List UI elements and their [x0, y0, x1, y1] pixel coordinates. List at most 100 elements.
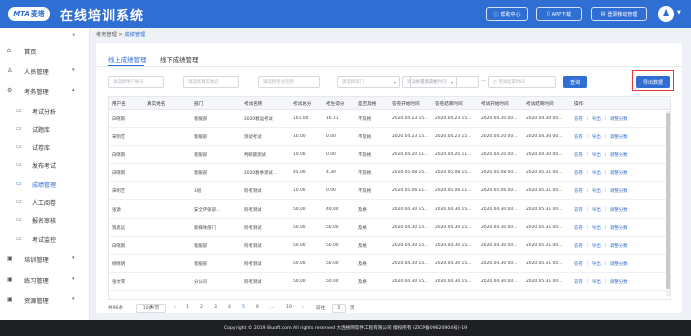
action-separator: | [587, 260, 589, 266]
adjust-score-link[interactable]: 调整分数 [610, 207, 628, 213]
adjust-score-link[interactable]: 调整分数 [610, 243, 628, 249]
sidebar-item-label: 培训管理 [24, 257, 49, 264]
sidebar-item-label: 成绩管理 [32, 182, 57, 189]
cell-pass: 及格 [358, 225, 367, 231]
start-time-input[interactable]: ◷ 考试开始时间 [410, 76, 479, 88]
adjust-score-link[interactable]: 调整分数 [610, 279, 628, 285]
end-time-input[interactable]: ◷ 考试结束时间 [488, 76, 556, 88]
adjust-score-link[interactable]: 调整分数 [610, 170, 628, 176]
export-link[interactable]: 导出 [592, 152, 601, 158]
export-link[interactable]: 导出 [592, 134, 601, 140]
cell-total-score: 50.00 [293, 206, 306, 212]
table-row: 宋明艺 客服部 测试考试 10.00 0.00 不及格 2020.04.23 15... 20… [109, 128, 670, 147]
mobile-login-button[interactable]: ▤ 登录移动管理 [591, 7, 647, 21]
export-link[interactable]: 导出 [592, 207, 601, 213]
page-4[interactable]: 4 [228, 305, 231, 310]
cell-exam-start: 2020.04.30 00... [481, 116, 518, 121]
page-size-select[interactable]: 10条/页 ▾ [136, 304, 166, 313]
scrollbar-thumb[interactable] [666, 113, 670, 289]
exam-name-input[interactable]: 请选择考试名称 [258, 76, 320, 88]
cell-pass: 及格 [358, 243, 367, 249]
table-row: 白晓雨 客服部 2020春运考试 101.00 16.11 不及格 2020.04.23 1… [109, 110, 670, 129]
cell-dept: 1组 [194, 189, 202, 195]
dept-placeholder: 请选择部门 [342, 80, 364, 85]
adjust-score-link[interactable]: 调整分数 [610, 116, 628, 122]
adjust-score-link[interactable]: 调整分数 [610, 188, 628, 194]
adjust-score-link[interactable]: 调整分数 [610, 261, 628, 267]
action-separator: | [587, 170, 589, 176]
answer-sheet-link[interactable]: 答卷 [574, 116, 583, 122]
breadcrumb-sep: > [118, 32, 123, 38]
sidebar: ‹ ⌂ 首页 ♙ 人员管理 ▾ ⚙ 考务管理 ▴ ▭ 考试分析 ▭ 试题库 ▭ … [0, 28, 90, 320]
answer-sheet-link[interactable]: 答卷 [574, 170, 583, 176]
answer-sheet-link[interactable]: 答卷 [574, 225, 583, 231]
export-data-button[interactable]: 导出数据 [636, 76, 670, 88]
answer-sheet-link[interactable]: 答卷 [574, 279, 583, 285]
answer-sheet-link[interactable]: 答卷 [574, 152, 583, 158]
export-link[interactable]: 导出 [592, 170, 601, 176]
chevron-left-icon[interactable]: ‹ [72, 30, 75, 39]
cell-exam-name: 阿考测试 [244, 225, 262, 231]
answer-sheet-link[interactable]: 答卷 [574, 261, 583, 267]
export-link[interactable]: 导出 [592, 225, 601, 231]
tab-online-scores[interactable]: 线上成绩管理 [108, 55, 146, 64]
page-ellipsis[interactable]: ... [270, 305, 274, 310]
page-10[interactable]: 10 [286, 305, 292, 310]
username-input[interactable]: 请选择用户账号 [108, 76, 164, 88]
app-download-button[interactable]: ▯ APP下载 [536, 7, 582, 21]
help-center-button[interactable]: ⓘ 帮助中心 [486, 7, 528, 21]
export-link[interactable]: 导出 [592, 261, 601, 267]
action-separator: | [605, 188, 607, 194]
chevron-down-icon: ▾ [72, 296, 75, 302]
chevron-left-icon[interactable]: ‹ [174, 305, 176, 310]
tab-offline-scores[interactable]: 线下成绩管理 [160, 55, 198, 64]
column-header: 操作 [574, 102, 584, 107]
cell-answer-end: 2020.04.30 15... [435, 242, 472, 248]
table-row: 钱思远 新媒体部门 阿考测试 50.00 50.00 及格 2020.04.30 15...… [109, 219, 670, 237]
cell-dept: 客服部 [194, 135, 208, 141]
cell-exam-name: 阿考测试 [244, 279, 262, 285]
page-6[interactable]: 6 [256, 305, 259, 310]
adjust-score-link[interactable]: 调整分数 [610, 152, 628, 158]
export-link[interactable]: 导出 [592, 188, 601, 194]
answer-sheet-link[interactable]: 答卷 [574, 134, 583, 140]
cell-pass: 不及格 [358, 153, 372, 159]
action-separator: | [587, 134, 589, 140]
goto-page-input[interactable]: 5 [332, 304, 346, 313]
cell-exam-start: 2020.04.30 00... [481, 260, 518, 266]
analysis-icon: ▭ [16, 107, 22, 114]
score-table: 用户名 真实姓名 部门 考试名称 考试总分 考生得分 是否及格 答卷开始时间 答卷结束时间 考试开… [108, 96, 671, 300]
answer-sheet-link[interactable]: 答卷 [574, 243, 583, 249]
column-header: 考试开始时间 [481, 102, 509, 107]
realname-input[interactable]: 请选择真实姓名 [183, 76, 239, 88]
question-bank-icon: ▭ [16, 125, 22, 132]
paper-bank-icon: ▭ [16, 143, 22, 150]
dept-select[interactable]: 请选择部门 ▾ [337, 76, 400, 88]
export-link[interactable]: 导出 [592, 243, 601, 249]
page-3[interactable]: 3 [214, 305, 217, 310]
user-avatar-icon[interactable]: ♟ [658, 6, 674, 22]
mobile-icon: ▤ [600, 11, 606, 17]
table-row: 白晓雨 客服部 判断题测试 10.00 0.00 不及格 2020.04.20 11... 2… [109, 146, 670, 165]
export-link[interactable]: 导出 [592, 116, 601, 122]
search-button[interactable]: 查询 [563, 76, 587, 88]
cell-dept: 客服部 [194, 153, 208, 159]
cell-exam-end: 2020.05.31 00... [526, 260, 563, 266]
answer-sheet-link[interactable]: 答卷 [574, 188, 583, 194]
cell-dept: 安全环保部... [194, 207, 221, 213]
caret-down-icon[interactable]: ▼ [677, 10, 681, 16]
cell-exam-name: 2020春季测试... [244, 171, 277, 177]
page-1[interactable]: 1 [186, 305, 189, 310]
table-row: 杨晓明 客服部 阿考测试 50.00 50.00 及格 2020.04.30 15... 20… [109, 255, 670, 273]
adjust-score-link[interactable]: 调整分数 [610, 225, 628, 231]
cell-exam-name: 阿考测试 [244, 207, 262, 213]
chevron-right-icon[interactable]: › [302, 305, 304, 310]
breadcrumb-parent[interactable]: 考务管理 [96, 32, 117, 38]
page-5[interactable]: 5 [242, 305, 245, 310]
page-2[interactable]: 2 [200, 305, 203, 310]
sidebar-item-label: 发布考试 [32, 163, 57, 170]
answer-sheet-link[interactable]: 答卷 [574, 207, 583, 213]
adjust-score-link[interactable]: 调整分数 [610, 134, 628, 140]
cell-answer-start: 2020.04.23 15... [392, 116, 429, 121]
export-link[interactable]: 导出 [592, 279, 601, 285]
